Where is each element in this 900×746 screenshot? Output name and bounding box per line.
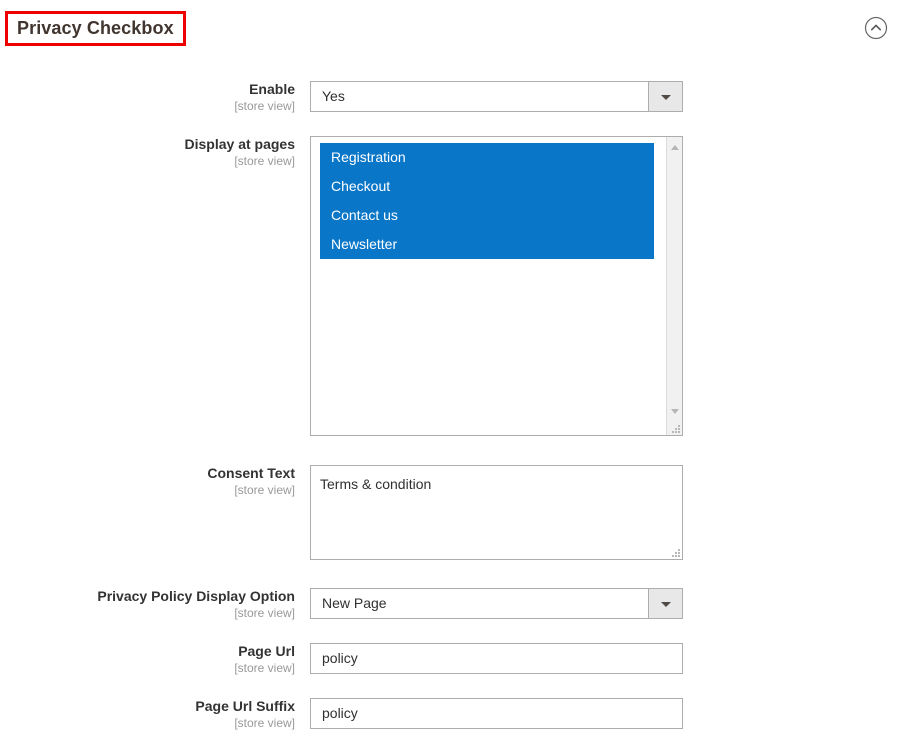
label-text: Privacy Policy Display Option: [97, 588, 295, 604]
label-text: Page Url Suffix: [195, 698, 295, 714]
chevron-down-icon[interactable]: [648, 82, 682, 111]
label-scope: [store view]: [234, 716, 295, 730]
label-scope: [store view]: [234, 606, 295, 620]
enable-select-value: Yes: [322, 88, 345, 104]
consent-text-value: Terms & condition: [320, 476, 432, 492]
page-url-input[interactable]: policy: [310, 643, 683, 674]
page-url-suffix-value: policy: [322, 705, 358, 721]
chevron-down-icon[interactable]: [648, 589, 682, 618]
section-title-highlight: Privacy Checkbox: [5, 11, 186, 46]
label-text: Display at pages: [184, 136, 296, 152]
page-title: Privacy Checkbox: [17, 18, 174, 38]
resize-grip-icon[interactable]: [671, 548, 680, 557]
section-header: Privacy Checkbox: [0, 0, 900, 58]
field-label-page-url-suffix: Page Url Suffix [store view]: [0, 698, 295, 731]
label-scope: [store view]: [234, 483, 295, 497]
field-label-page-url: Page Url [store view]: [0, 643, 295, 676]
label-text: Enable: [249, 81, 295, 97]
label-scope: [store view]: [234, 661, 295, 675]
list-item[interactable]: Contact us: [320, 201, 654, 230]
field-label-enable: Enable [store view]: [0, 81, 295, 114]
field-control-enable: Yes: [310, 81, 683, 112]
label-scope: [store view]: [234, 154, 295, 168]
chevron-up-circle-icon[interactable]: [864, 16, 888, 40]
scroll-up-arrow-icon[interactable]: [667, 139, 682, 155]
privacy-policy-display-option-select[interactable]: New Page: [310, 588, 683, 619]
enable-select[interactable]: Yes: [310, 81, 683, 112]
field-label-display-at-pages: Display at pages [store view]: [0, 136, 296, 169]
field-control-consent-text: Terms & condition: [310, 465, 683, 560]
list-item[interactable]: Newsletter: [320, 230, 654, 259]
label-scope: [store view]: [234, 99, 295, 113]
field-label-privacy-policy-display-option: Privacy Policy Display Option [store vie…: [0, 588, 295, 621]
multiselect-option-list: Registration Checkout Contact us Newslet…: [320, 143, 654, 259]
scroll-down-arrow-icon[interactable]: [667, 403, 682, 419]
page-url-value: policy: [322, 650, 358, 666]
list-item[interactable]: Checkout: [320, 172, 654, 201]
page-url-suffix-input[interactable]: policy: [310, 698, 683, 729]
label-text: Page Url: [238, 643, 295, 659]
chevron-up-circle-glyph: [864, 16, 888, 40]
consent-text-textarea[interactable]: Terms & condition: [310, 465, 683, 560]
display-at-pages-multiselect[interactable]: Registration Checkout Contact us Newslet…: [310, 136, 683, 436]
resize-grip-icon[interactable]: [671, 424, 680, 433]
field-control-display-at-pages: Registration Checkout Contact us Newslet…: [310, 136, 683, 436]
field-control-page-url: policy: [310, 643, 683, 674]
field-control-privacy-policy-display-option: New Page: [310, 588, 683, 619]
multiselect-scrollbar[interactable]: [666, 137, 682, 435]
label-text: Consent Text: [207, 465, 295, 481]
field-control-page-url-suffix: policy: [310, 698, 683, 729]
privacy-policy-display-option-value: New Page: [322, 595, 387, 611]
list-item[interactable]: Registration: [320, 143, 654, 172]
field-label-consent-text: Consent Text [store view]: [0, 465, 295, 498]
